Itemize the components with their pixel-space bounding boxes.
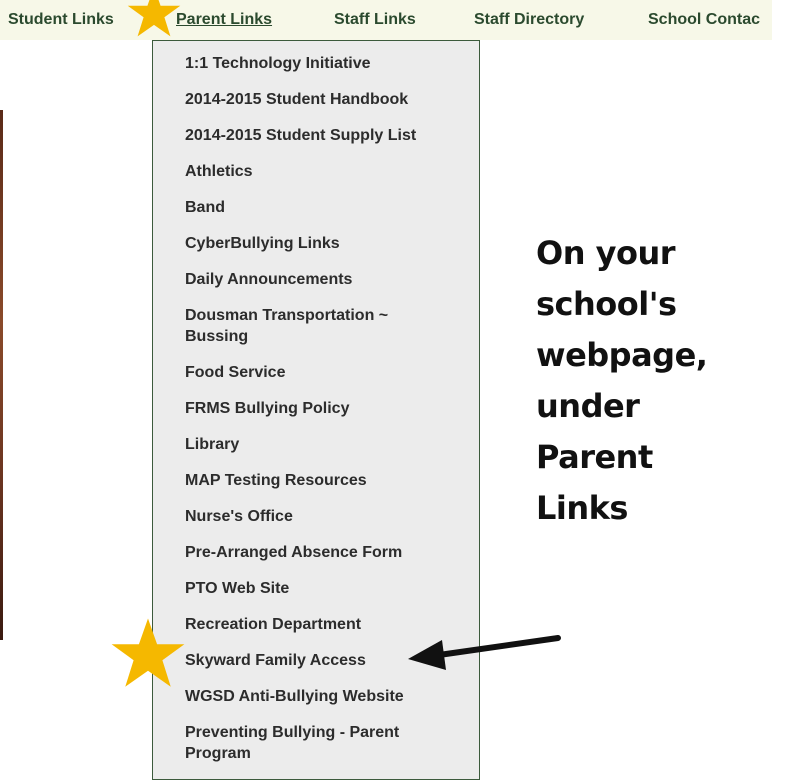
annotation-line: school's (536, 285, 677, 323)
star-icon (111, 618, 185, 687)
menu-item-student-handbook[interactable]: 2014-2015 Student Handbook (185, 89, 465, 110)
menu-item-cyberbullying-links[interactable]: CyberBullying Links (185, 233, 465, 254)
menu-item-library[interactable]: Library (185, 434, 465, 455)
nav-school-contact[interactable]: School Contac (648, 11, 760, 29)
menu-item-band[interactable]: Band (185, 197, 465, 218)
menu-item-student-supply-list[interactable]: 2014-2015 Student Supply List (185, 125, 465, 146)
annotation-line: under (536, 387, 640, 425)
menu-item-absence-form[interactable]: Pre-Arranged Absence Form (185, 542, 465, 563)
menu-item-food-service[interactable]: Food Service (185, 362, 465, 383)
annotation-line: webpage, (536, 336, 708, 374)
annotation-line: Links (536, 489, 628, 527)
nav-staff-directory[interactable]: Staff Directory (474, 11, 584, 29)
annotation-line: On your (536, 234, 676, 272)
menu-item-anti-bullying-website[interactable]: WGSD Anti-Bullying Website (185, 686, 465, 707)
menu-item-technology-initiative[interactable]: 1:1 Technology Initiative (185, 53, 465, 74)
menu-item-athletics[interactable]: Athletics (185, 161, 465, 182)
page-edge-decoration (0, 110, 3, 640)
instruction-annotation: On your school's webpage, under Parent L… (536, 228, 776, 534)
star-icon (127, 0, 181, 37)
arrow-icon (408, 635, 561, 670)
menu-item-preventing-bullying-program[interactable]: Preventing Bullying - Parent Program (185, 722, 445, 764)
menu-item-transportation-bussing[interactable]: Dousman Transportation ~ Bussing (185, 305, 435, 347)
annotation-line: Parent (536, 438, 653, 476)
menu-item-daily-announcements[interactable]: Daily Announcements (185, 269, 465, 290)
menu-item-nurses-office[interactable]: Nurse's Office (185, 506, 465, 527)
menu-item-pto-web-site[interactable]: PTO Web Site (185, 578, 465, 599)
menu-item-map-testing-resources[interactable]: MAP Testing Resources (185, 470, 465, 491)
nav-staff-links[interactable]: Staff Links (334, 11, 416, 29)
menu-item-bullying-policy[interactable]: FRMS Bullying Policy (185, 398, 465, 419)
nav-parent-links[interactable]: Parent Links (176, 11, 272, 29)
top-navigation-bar: Student Links Parent Links Staff Links S… (0, 0, 772, 40)
nav-student-links[interactable]: Student Links (8, 11, 114, 29)
